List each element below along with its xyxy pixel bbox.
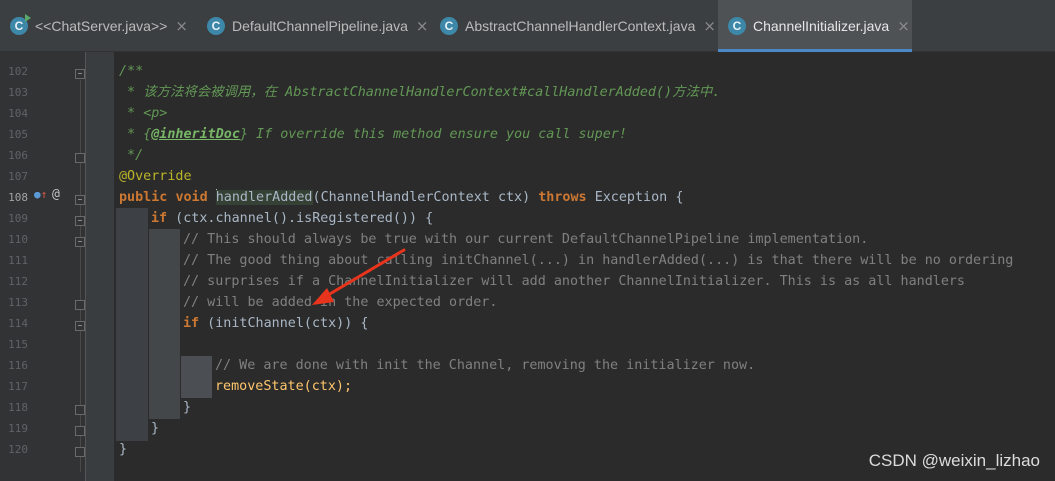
line-number: 118 [8,401,28,414]
fold-marker-icon[interactable] [75,69,85,79]
fold-marker-icon[interactable] [75,321,85,331]
close-icon[interactable]: × [175,17,188,35]
line-number: 115 [8,338,28,351]
fold-marker-icon[interactable] [75,405,85,415]
line-number: 104 [8,107,28,120]
close-icon[interactable]: × [897,17,910,35]
line-number: 113 [8,296,28,309]
code-editor[interactable]: 102 103 104 105 106 107 108 109 110 111 … [0,52,1055,481]
annotation-arrow [312,248,406,305]
abstract-class-icon: C [728,17,746,35]
line-number: 105 [8,128,28,141]
fold-marker-icon[interactable] [75,195,85,205]
fold-marker-icon[interactable] [75,447,85,457]
class-icon: C [207,17,225,35]
tab-label: <<ChatServer.java>> [35,18,168,34]
override-up-icon[interactable]: ●↑ [34,185,47,205]
line-number: 109 [8,212,28,225]
line-number: 107 [8,170,28,183]
tab-channel-initializer[interactable]: C ChannelInitializer.java × [718,0,912,52]
line-gutter: 102 103 104 105 106 107 108 109 110 111 … [0,52,86,481]
fold-marker-icon[interactable] [75,300,85,310]
tab-label: DefaultChannelPipeline.java [232,18,408,34]
line-number: 102 [8,65,28,78]
fold-marker-icon[interactable] [75,216,85,226]
tab-abstract-channel-handler-context[interactable]: C AbstractChannelHandlerContext.java × [440,0,716,52]
editor-tab-bar: C <<ChatServer.java>> × C DefaultChannel… [0,0,1055,52]
line-number: 117 [8,380,28,393]
line-number: 110 [8,233,28,246]
line-number: 116 [8,359,28,372]
line-number: 120 [8,443,28,456]
annotation-at-icon[interactable]: @ [52,185,60,205]
close-icon[interactable]: × [416,17,429,35]
tab-default-channel-pipeline[interactable]: C DefaultChannelPipeline.java × [207,0,428,52]
fold-marker-icon[interactable] [75,153,85,163]
line-number: 106 [8,149,28,162]
line-number: 112 [8,275,28,288]
fold-marker-icon[interactable] [75,237,85,247]
code-area[interactable]: /** * 该方法将会被调用，在 AbstractChannelHandlerC… [86,52,1055,481]
line-number: 111 [8,254,28,267]
tab-chat-server[interactable]: C <<ChatServer.java>> × [10,0,188,52]
line-number: 119 [8,422,28,435]
class-run-icon: C [10,14,31,35]
tab-label: ChannelInitializer.java [753,18,890,34]
abstract-class-icon: C [440,17,458,35]
line-number: 114 [8,317,28,330]
tab-label: AbstractChannelHandlerContext.java [465,18,696,34]
line-number-current: 108 [8,191,28,204]
watermark: CSDN @weixin_lizhao [868,451,1040,470]
fold-marker-icon[interactable] [75,426,85,436]
close-icon[interactable]: × [703,17,716,35]
line-number: 103 [8,86,28,99]
